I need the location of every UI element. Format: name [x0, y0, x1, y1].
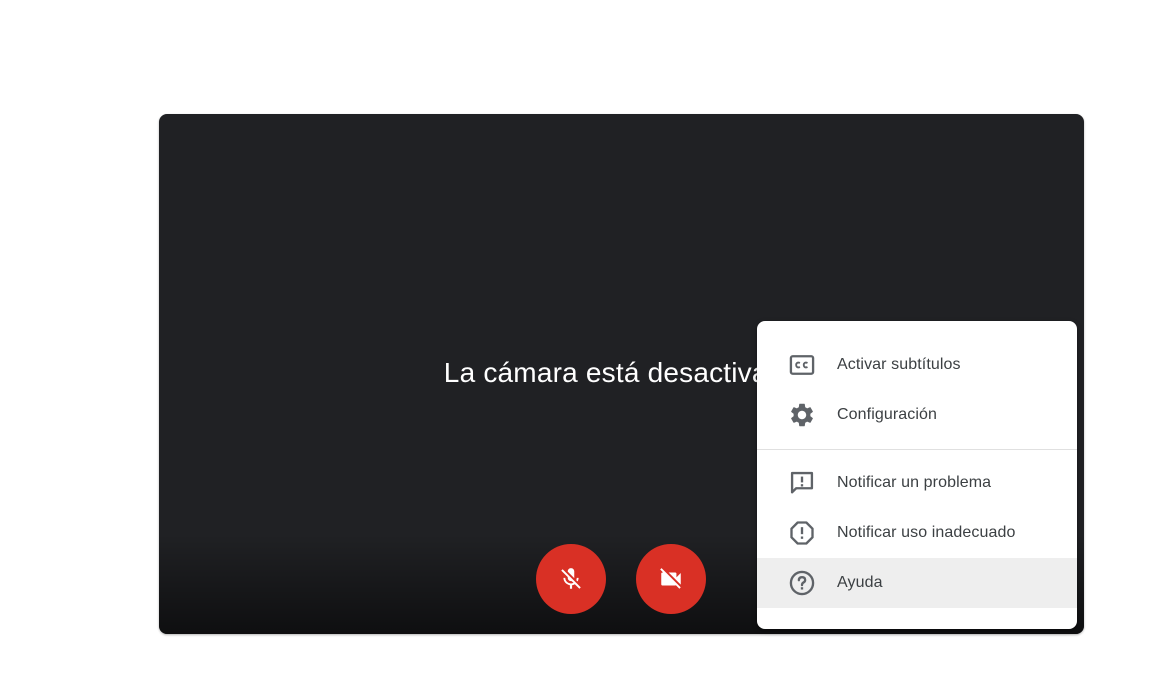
closed-captions-icon	[788, 351, 816, 379]
feedback-icon	[788, 469, 816, 497]
menu-item-help[interactable]: Ayuda	[757, 558, 1077, 608]
mic-off-icon	[561, 568, 581, 589]
menu-item-settings[interactable]: Configuración	[757, 390, 1077, 440]
menu-divider	[757, 449, 1077, 450]
menu-item-label: Notificar uso inadecuado	[837, 524, 1016, 541]
report-icon	[788, 519, 816, 547]
menu-item-report-abuse[interactable]: Notificar uso inadecuado	[757, 508, 1077, 558]
menu-item-label: Activar subtítulos	[837, 356, 961, 373]
menu-item-label: Configuración	[837, 406, 938, 423]
page: La cámara está desactivada Activar subtí…	[0, 0, 1150, 700]
gear-icon	[788, 401, 816, 429]
videocam-off-icon	[660, 568, 681, 589]
menu-item-captions[interactable]: Activar subtítulos	[757, 340, 1077, 390]
toggle-microphone-button[interactable]	[536, 544, 606, 614]
menu-item-report-problem[interactable]: Notificar un problema	[757, 458, 1077, 508]
more-options-menu: Activar subtítulos Configuración Notific…	[757, 321, 1077, 629]
menu-item-label: Ayuda	[837, 574, 883, 591]
help-icon	[788, 569, 816, 597]
menu-item-label: Notificar un problema	[837, 474, 992, 491]
toggle-camera-button[interactable]	[636, 544, 706, 614]
